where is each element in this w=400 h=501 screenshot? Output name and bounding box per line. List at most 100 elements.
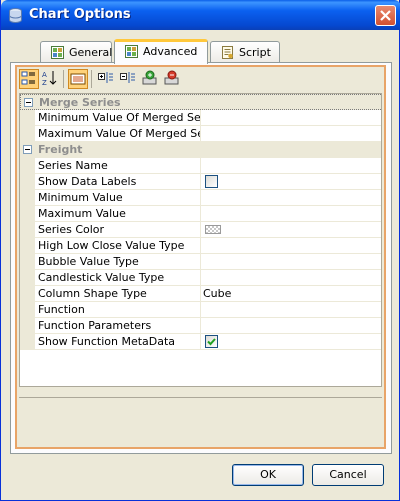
expand-all-button[interactable] [97,69,117,89]
tab-script[interactable]: Script [210,41,280,63]
property-name: Column Shape Type [35,286,201,302]
tab-label: General [69,46,113,59]
row-gutter [20,270,35,286]
tab-advanced[interactable]: Advanced [114,39,208,64]
property-row[interactable]: High Low Close Value Type [20,238,381,254]
row-gutter [20,158,35,174]
row-gutter [20,222,35,238]
title-bar[interactable]: Chart Options [1,0,400,30]
expand-all-icon [98,72,113,83]
property-name: Function Parameters [35,318,201,334]
collapse-all-icon [120,72,135,83]
window-title: Chart Options [29,7,131,22]
cancel-button[interactable]: Cancel [312,464,384,486]
property-value[interactable] [201,158,381,174]
alphabetical-button[interactable]: A Z [41,69,61,89]
close-icon [380,10,391,21]
property-name: High Low Close Value Type [35,238,201,254]
property-value[interactable]: Cube [201,286,381,302]
row-gutter [20,334,35,350]
series-color-swatch[interactable] [205,225,221,234]
script-tab-icon [221,46,234,62]
category-title: Merge Series [39,96,121,109]
tab-general[interactable]: General [40,41,112,63]
property-name: Maximum Value [35,206,201,222]
property-value [201,334,381,350]
tab-panel: A Z Merge Series Minimum Value Of Merged… [10,62,392,454]
property-toolbar: A Z [17,67,384,92]
property-row[interactable]: Series Color [20,222,381,238]
property-row[interactable]: Bubble Value Type [20,254,381,270]
property-row[interactable]: Show Data Labels [20,174,381,190]
property-value[interactable] [201,254,381,270]
remove-item-icon [164,70,179,85]
row-gutter [20,254,35,270]
property-value[interactable] [201,126,381,142]
advanced-tab-icon [125,45,138,61]
description-pane [19,397,382,445]
property-name: Function [35,302,201,318]
toolbar-separator [91,70,92,88]
property-grid: Merge Series Minimum Value Of Merged Ser… [19,93,382,387]
tab-label: Script [239,46,271,59]
property-pages-button[interactable] [68,69,88,89]
property-row[interactable]: Minimum Value [20,190,381,206]
add-button[interactable] [141,69,161,89]
property-value[interactable] [201,110,381,126]
categorized-button[interactable] [19,69,39,89]
property-pages-icon [70,73,86,85]
property-name: Candlestick Value Type [35,270,201,286]
property-value[interactable] [201,238,381,254]
property-row[interactable]: Candlestick Value Type [20,270,381,286]
add-item-icon [142,70,157,85]
collapse-all-button[interactable] [119,69,139,89]
property-name: Minimum Value Of Merged Series [35,110,201,126]
svg-text:A: A [42,71,47,79]
row-gutter [20,302,35,318]
close-button[interactable] [375,5,396,26]
property-name: Maximum Value Of Merged Series [35,126,201,142]
property-name: Bubble Value Type [35,254,201,270]
property-value[interactable] [201,270,381,286]
property-name: Minimum Value [35,190,201,206]
row-gutter [20,174,35,190]
property-row[interactable]: Column Shape Type Cube [20,286,381,302]
show-data-labels-checkbox[interactable] [205,175,218,188]
collapse-icon[interactable] [24,98,33,107]
property-name: Show Data Labels [35,174,201,190]
property-value [201,174,381,190]
toolbar-separator [63,70,64,88]
property-name: Series Name [35,158,201,174]
property-name: Series Color [35,222,201,238]
category-title: Freight [38,143,83,156]
property-row[interactable]: Maximum Value [20,206,381,222]
remove-button[interactable] [163,69,183,89]
property-grid-container: A Z Merge Series Minimum Value Of Merged… [15,65,386,449]
property-row[interactable]: Maximum Value Of Merged Series [20,126,381,142]
ok-button[interactable]: OK [232,464,304,486]
property-row[interactable]: Minimum Value Of Merged Series [20,110,381,126]
sort-alphabetical-icon: A Z [42,71,57,87]
property-row[interactable]: Show Function MetaData [20,334,381,350]
property-value[interactable] [201,206,381,222]
row-gutter [20,286,35,302]
property-row[interactable]: Function Parameters [20,318,381,334]
property-value[interactable] [201,190,381,206]
property-value[interactable] [201,318,381,334]
property-row[interactable]: Series Name [20,158,381,174]
category-merge-series[interactable]: Merge Series [20,94,381,110]
property-value[interactable] [201,222,381,238]
chart-options-dialog: Chart Options General Advanced Script A … [0,0,400,501]
property-value[interactable] [201,302,381,318]
row-gutter [20,110,35,126]
row-gutter [20,238,35,254]
collapse-icon[interactable] [23,145,32,154]
category-freight[interactable]: Freight [20,142,381,158]
show-function-metadata-checkbox[interactable] [205,335,218,348]
row-gutter [20,206,35,222]
chart-options-icon [7,7,24,24]
property-row[interactable]: Function [20,302,381,318]
tab-label: Advanced [143,45,198,58]
general-tab-icon [51,46,64,62]
row-gutter [20,126,35,142]
